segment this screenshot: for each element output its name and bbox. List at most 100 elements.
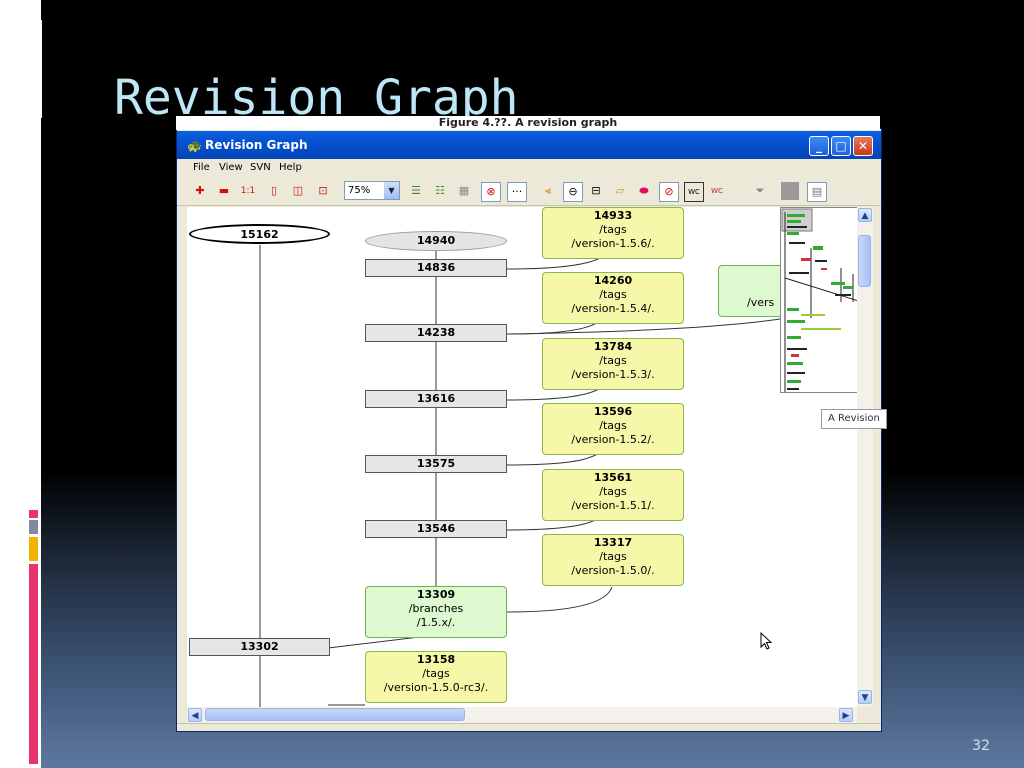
maximize-button[interactable]: □	[831, 136, 851, 156]
overview-icon[interactable]: ▤	[807, 182, 827, 202]
graph-canvas[interactable]: 15162 14940 14836 14238 13616 13575 1354…	[187, 207, 857, 707]
tortoise-icon: 🐢	[187, 139, 202, 153]
tag-rev: 13596	[593, 405, 633, 418]
tag-name: /version-1.5.6/.	[571, 237, 655, 250]
compare-heads-icon[interactable]: ☰	[407, 182, 425, 200]
branch-name: /1.5.x/.	[416, 616, 456, 629]
revision-node[interactable]: 14238	[365, 324, 507, 342]
tag-path: /tags	[599, 354, 627, 367]
menu-help[interactable]: Help	[279, 162, 302, 173]
revision-node[interactable]: 13546	[365, 520, 507, 538]
oldest-on-top-icon[interactable]: ⊟	[587, 182, 605, 200]
reduce-tags-icon[interactable]: ⬬	[635, 182, 653, 200]
tag-rev: 13561	[593, 471, 633, 484]
figure-caption: Figure 4.??. A revision graph	[176, 116, 880, 130]
revision-node[interactable]: 13302	[189, 638, 330, 656]
fit-width-icon[interactable]: ◫	[289, 182, 307, 200]
minimap-drawing	[781, 208, 857, 392]
more-icon[interactable]: ···	[507, 182, 527, 202]
tag-rev: 13317	[593, 536, 633, 549]
zoom-out-icon[interactable]: ▬	[215, 182, 233, 200]
group-branches-icon[interactable]: ⊖	[563, 182, 583, 202]
tag-rev: 14260	[593, 274, 633, 287]
partial-node-text: /vers	[747, 296, 775, 309]
close-button[interactable]: ✕	[853, 136, 873, 156]
revision-node[interactable]: 13575	[365, 455, 507, 473]
tag-path: /tags	[599, 485, 627, 498]
tag-node[interactable]: 13596 /tags /version-1.5.2/.	[542, 403, 684, 455]
menu-svn[interactable]: SVN	[250, 162, 271, 173]
tag-rev: 13784	[593, 340, 633, 353]
scroll-down-icon[interactable]: ▼	[858, 690, 872, 704]
tag-rev: 14933	[593, 209, 633, 222]
show-tags-icon[interactable]: ⊘	[659, 182, 679, 202]
slide-logo-bars	[18, 20, 42, 118]
branch-path: /branches	[408, 602, 464, 615]
partial-branch-node[interactable]: /vers	[718, 265, 788, 317]
accent-bar-pink-top	[29, 510, 38, 518]
tag-node[interactable]: 14933 /tags /version-1.5.6/.	[542, 207, 684, 259]
window-title: Revision Graph	[205, 138, 308, 152]
tag-name: /version-1.5.0-rc3/.	[383, 681, 489, 694]
align-trees-icon[interactable]: ▱	[611, 182, 629, 200]
tag-path: /tags	[599, 550, 627, 563]
unified-diff-icon[interactable]: ▦	[455, 182, 473, 200]
left-to-right-icon[interactable]: ⫷	[539, 182, 557, 200]
tag-node[interactable]: 13158 /tags /version-1.5.0-rc3/.	[365, 651, 507, 703]
menu-view[interactable]: View	[219, 162, 243, 173]
toolbar: ✚ ▬ 1:1 ▯ ◫ ⊡ 75% ▼ ☰ ☷ ▦ ⊗ ··· ⫷ ⊖ ⊟ ▱ …	[177, 177, 881, 206]
tag-path: /tags	[599, 419, 627, 432]
scroll-up-icon[interactable]: ▲	[858, 208, 872, 222]
fit-window-icon[interactable]: ⊡	[314, 182, 332, 200]
revision-node[interactable]: 14836	[365, 259, 507, 277]
tag-name: /version-1.5.1/.	[571, 499, 655, 512]
tree-stripes-icon[interactable]	[781, 182, 799, 200]
horizontal-scrollbar[interactable]: ◀ ▶	[187, 707, 857, 723]
zoom-in-icon[interactable]: ✚	[191, 182, 209, 200]
tag-path: /tags	[422, 667, 450, 680]
tag-path: /tags	[599, 288, 627, 301]
tag-node[interactable]: 13317 /tags /version-1.5.0/.	[542, 534, 684, 586]
horizontal-scroll-thumb[interactable]	[205, 708, 465, 721]
branch-node[interactable]: 13309 /branches /1.5.x/.	[365, 586, 507, 638]
tag-node[interactable]: 13561 /tags /version-1.5.1/.	[542, 469, 684, 521]
filter-icon[interactable]: ⏷	[751, 182, 769, 200]
tag-name: /version-1.5.0/.	[571, 564, 655, 577]
revision-node[interactable]: 13616	[365, 390, 507, 408]
show-all-icon[interactable]: ⊗	[481, 182, 501, 202]
link-13309-13317	[506, 586, 613, 613]
tag-node[interactable]: 13784 /tags /version-1.5.3/.	[542, 338, 684, 390]
status-bar	[177, 723, 881, 731]
tag-node[interactable]: 14260 /tags /version-1.5.4/.	[542, 272, 684, 324]
menu-bar: File View SVN Help	[177, 159, 881, 177]
scroll-right-icon[interactable]: ▶	[839, 708, 853, 722]
accent-bar-gray	[29, 520, 38, 534]
show-wc-icon[interactable]: WC	[684, 182, 704, 202]
trunk-head-node[interactable]: 15162	[189, 224, 330, 244]
zoom-actual-icon[interactable]: 1:1	[239, 182, 257, 200]
mouse-cursor-icon	[760, 632, 772, 650]
compare-revisions-icon[interactable]: ☷	[431, 182, 449, 200]
branch-head-node[interactable]: 14940	[365, 231, 507, 251]
graph-overview-minimap[interactable]	[780, 207, 857, 393]
revision-graph-window: 🐢 Revision Graph _ □ ✕ File View SVN Hel…	[176, 128, 882, 732]
tag-path: /tags	[599, 223, 627, 236]
tag-rev: 13158	[416, 653, 456, 666]
chevron-down-icon[interactable]: ▼	[384, 182, 399, 199]
vertical-scrollbar[interactable]: ▲ ▼	[857, 207, 873, 707]
tag-name: /version-1.5.2/.	[571, 433, 655, 446]
accent-bar-pink	[29, 564, 38, 764]
minimize-button[interactable]: _	[809, 136, 829, 156]
show-wc-mods-icon[interactable]: WC	[708, 182, 726, 200]
tooltip: A Revision	[821, 409, 887, 429]
menu-file[interactable]: File	[193, 162, 210, 173]
accent-bar-yellow	[29, 537, 38, 561]
fit-height-icon[interactable]: ▯	[265, 182, 283, 200]
zoom-select[interactable]: 75% ▼	[344, 181, 400, 200]
vertical-scroll-thumb[interactable]	[858, 235, 871, 287]
scroll-left-icon[interactable]: ◀	[188, 708, 202, 722]
slide-number: 32	[972, 738, 990, 754]
branch-rev: 13309	[416, 588, 456, 601]
window-titlebar[interactable]: 🐢 Revision Graph _ □ ✕	[177, 131, 881, 159]
tag-name: /version-1.5.3/.	[571, 368, 655, 381]
